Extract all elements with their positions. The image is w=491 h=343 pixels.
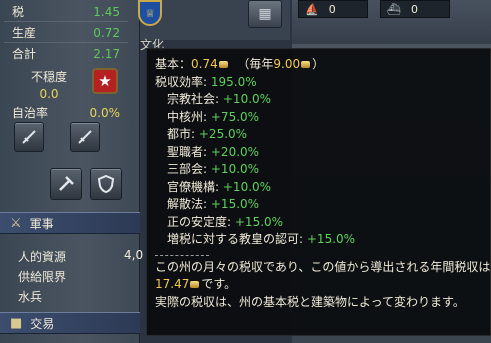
modifier-row: 聖職者: +20.0% bbox=[155, 144, 490, 162]
divider bbox=[4, 42, 128, 43]
unrest-value: 0.0 bbox=[39, 87, 59, 101]
trade-section-header[interactable]: ■ 交易 bbox=[0, 312, 140, 334]
crossed-swords-icon: ⚔ bbox=[10, 215, 22, 231]
rebel-icon[interactable]: ★ bbox=[92, 68, 118, 94]
sailors-label: 水兵 bbox=[18, 289, 43, 304]
coin-icon bbox=[218, 61, 228, 68]
ship-icon: ⛴ bbox=[387, 2, 401, 16]
modifier-value: +10.0% bbox=[210, 162, 260, 176]
modifier-label: 中核州: bbox=[167, 109, 208, 124]
production-label: 生産 bbox=[12, 26, 37, 40]
efficiency-value: 195.0% bbox=[210, 74, 257, 89]
production-value: 0.72 bbox=[93, 25, 120, 40]
per-year-prefix: （毎年 bbox=[237, 57, 274, 71]
per-year-value: 9.00 bbox=[273, 57, 301, 71]
sword-icon bbox=[78, 130, 92, 144]
military-header-label: 軍事 bbox=[29, 216, 54, 231]
per-year-suffix: ） bbox=[312, 57, 325, 71]
separator bbox=[155, 254, 209, 256]
manpower-label: 人的資源 bbox=[18, 249, 67, 264]
modifier-label: 聖職者: bbox=[167, 144, 208, 159]
building-icon: ▦ bbox=[258, 6, 272, 22]
modifier-value: +20.0% bbox=[210, 144, 260, 159]
base-label: 基本： bbox=[155, 57, 192, 71]
base-value: 0.74 bbox=[191, 57, 218, 71]
harsh-treatment-button[interactable] bbox=[50, 168, 82, 200]
total-value: 2.17 bbox=[93, 46, 120, 61]
transports-counter[interactable]: ⛴ 0 bbox=[380, 0, 450, 18]
desc-line2-suffix: です。 bbox=[201, 277, 237, 291]
total-row[interactable]: 合計 2.17 bbox=[0, 44, 128, 63]
modifier-value: +15.0% bbox=[210, 197, 260, 211]
modifier-row: 増税に対する教皇の認可: +15.0% bbox=[155, 231, 490, 249]
trade-header-label: 交易 bbox=[30, 316, 55, 331]
building-button[interactable]: ▦ bbox=[248, 0, 282, 28]
ships-counter[interactable]: ⛵ 0 bbox=[298, 0, 368, 18]
modifier-label: 三部会: bbox=[167, 162, 208, 176]
hammer-icon bbox=[59, 176, 74, 191]
country-shield-icon[interactable]: ♕ bbox=[138, 0, 162, 26]
manpower-value: 4,0 bbox=[124, 248, 144, 262]
divider bbox=[4, 21, 128, 22]
tax-tooltip: 基本：0.74 （毎年9.00 ） 税収効率: 195.0% 宗教社会: +10.… bbox=[146, 48, 491, 336]
increase-autonomy-button[interactable] bbox=[70, 122, 100, 152]
tooltip-base-line: 基本：0.74 （毎年9.00 ） bbox=[155, 56, 490, 74]
fleet-icon: ⛵ bbox=[305, 2, 319, 16]
modifier-value: +75.0% bbox=[210, 109, 260, 124]
coin-icon bbox=[301, 61, 311, 68]
modifier-row: 正の安定度: +15.0% bbox=[155, 214, 490, 232]
fortify-button[interactable] bbox=[90, 168, 122, 200]
modifier-row: 三部会: +10.0% bbox=[155, 161, 490, 179]
modifier-value: +15.0% bbox=[306, 232, 356, 246]
trade-icon: ■ bbox=[10, 315, 23, 331]
autonomy-value: 0.0% bbox=[89, 105, 121, 120]
modifier-row: 宗教社会: +10.0% bbox=[155, 91, 490, 109]
province-panel: 税 1.45 生産 0.72 合計 2.17 不穏度 0.0 ★ 自治率 0.0… bbox=[0, 0, 144, 343]
modifier-label: 官僚機構: bbox=[167, 179, 220, 194]
tooltip-desc-line2: 17.47 です。 bbox=[155, 276, 490, 294]
modifier-label: 都市: bbox=[167, 127, 196, 141]
modifier-label: 宗教社会: bbox=[167, 92, 220, 106]
military-section-header[interactable]: ⚔ 軍事 bbox=[0, 212, 140, 234]
modifier-value: +25.0% bbox=[198, 127, 248, 141]
sword-icon bbox=[22, 130, 36, 144]
modifier-label: 正の安定度: bbox=[167, 214, 232, 229]
sailors-row[interactable]: 水兵 bbox=[0, 286, 140, 306]
modifier-row: 都市: +25.0% bbox=[155, 126, 490, 144]
shield-icon bbox=[97, 174, 115, 194]
tooltip-efficiency-line: 税収効率: 195.0% bbox=[155, 74, 490, 92]
tooltip-desc-line3: 実際の税収は、州の基本税と建築物によって変わります。 bbox=[155, 294, 465, 309]
modifier-value: +10.0% bbox=[222, 92, 272, 106]
supply-limit-row[interactable]: 供給限界 bbox=[0, 266, 140, 286]
tax-label: 税 bbox=[12, 5, 25, 19]
modifier-list: 宗教社会: +10.0% 中核州: +75.0% 都市: +25.0% 聖職者: +2… bbox=[155, 91, 490, 249]
modifier-value: +10.0% bbox=[222, 179, 272, 194]
autonomy-label: 自治率 bbox=[12, 106, 49, 120]
transports-count: 0 bbox=[410, 2, 418, 16]
modifier-row: 解散法: +15.0% bbox=[155, 196, 490, 214]
tax-value: 1.45 bbox=[93, 4, 120, 19]
tooltip-desc-line1: この州の月々の税収であり、この値から導出される年間税収は bbox=[155, 259, 491, 274]
supply-limit-label: 供給限界 bbox=[18, 269, 67, 284]
total-label: 合計 bbox=[12, 47, 37, 61]
ships-count: 0 bbox=[328, 2, 336, 16]
efficiency-label: 税収効率: bbox=[155, 74, 208, 89]
unrest-block[interactable]: 不穏度 0.0 bbox=[10, 68, 88, 101]
modifier-row: 中核州: +75.0% bbox=[155, 109, 490, 127]
decrease-autonomy-button[interactable] bbox=[14, 122, 44, 152]
tax-row[interactable]: 税 1.45 bbox=[0, 2, 128, 21]
unrest-label: 不穏度 bbox=[30, 70, 67, 84]
modifier-value: +15.0% bbox=[234, 214, 284, 229]
manpower-row[interactable]: 人的資源 bbox=[0, 246, 140, 266]
modifier-label: 増税に対する教皇の認可: bbox=[167, 232, 304, 246]
coin-icon bbox=[190, 281, 200, 288]
autonomy-row[interactable]: 自治率 0.0% bbox=[0, 103, 128, 122]
modifier-label: 解散法: bbox=[167, 197, 208, 211]
modifier-row: 官僚機構: +10.0% bbox=[155, 179, 490, 197]
annual-value: 17.47 bbox=[155, 277, 190, 291]
production-row[interactable]: 生産 0.72 bbox=[0, 23, 128, 42]
